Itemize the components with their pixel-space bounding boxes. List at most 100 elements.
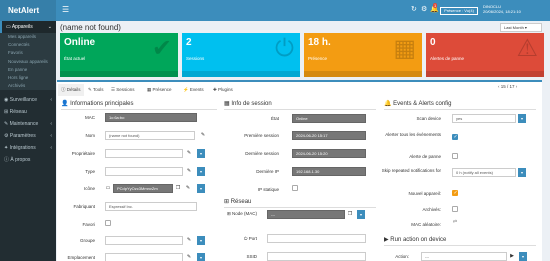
sidebar-item-integrations[interactable]: ✦ Intégrations ‹ (0, 142, 56, 154)
section-title: Events & Alerts config (393, 101, 452, 107)
details-panel: 👤 Informations principales MAC 1c:6a:bc:… (57, 96, 542, 261)
edit-pencil-icon[interactable]: ✎ (185, 253, 193, 261)
edit-pencil-icon[interactable]: ✎ (185, 149, 193, 158)
tab-sessions[interactable]: ☰ Sessions (108, 84, 138, 96)
host-info: DINOCLU 20/06/2024, 18:21:10 (483, 4, 521, 14)
static-ip-checkbox[interactable] (292, 185, 298, 191)
period-select[interactable]: Last Month ▾ (500, 23, 542, 32)
group-field[interactable] (105, 236, 183, 245)
sidebar-item-parametres[interactable]: ⚙ Paramètres ‹ (0, 130, 56, 142)
sidebar-item-apropos[interactable]: ⓘ À propos (0, 154, 56, 166)
location-dropdown-button[interactable]: ▾ (197, 253, 205, 261)
port-field[interactable] (267, 234, 366, 243)
sidebar-item-hors-ligne[interactable]: Hors ligne (0, 73, 56, 83)
sidebar-item-en-panne[interactable]: En panne (0, 65, 56, 74)
field-label: Archivés: (422, 207, 441, 212)
favorite-checkbox[interactable] (105, 220, 111, 226)
tile-label: Présence (308, 56, 328, 61)
next-device-icon[interactable]: › (515, 84, 518, 89)
sidebar-item-connectes[interactable]: Connectés (0, 41, 56, 50)
period-select-value: Last Month (504, 25, 524, 30)
sidebar-item-nouveaux[interactable]: Nouveaux appareils (0, 57, 56, 66)
user-icon: 👤 (61, 101, 71, 107)
owner-dropdown-button[interactable]: ▾ (197, 149, 205, 158)
field-label: Groupe (79, 238, 95, 243)
sidebar-item-archives[interactable]: Archivés (0, 82, 56, 91)
section-events-config: 🔔 Events & Alerts config (384, 100, 536, 110)
edit-pencil-icon[interactable]: ✎ (199, 131, 207, 140)
action-dropdown-button[interactable]: ▾ (519, 252, 527, 261)
tile-presence[interactable]: 18 h. Présence ▦ (304, 33, 422, 77)
sidebar-item-label: Surveillance (9, 97, 38, 104)
sidebar-item-mes-appareils[interactable]: Mes appareils (0, 33, 56, 42)
icon-field[interactable]: PCdpYyOzc3MmnvZm (113, 184, 173, 193)
sidebar-item-appareils[interactable]: ▭ Appareils ⌄ (0, 21, 56, 33)
mac-field[interactable]: 1c:6a:bc: (105, 113, 197, 122)
node-mac-select[interactable]: --- (267, 210, 345, 219)
tile-alerts[interactable]: 0 Alertes de panne ⚠ (426, 33, 544, 77)
tile-status[interactable]: Online État actuel ✔ (60, 33, 178, 77)
chevron-down-icon: ⌄ (47, 24, 52, 30)
calendar-icon: ▦ (393, 35, 416, 62)
section-title: Informations principales (70, 101, 134, 107)
skip-notifications-select[interactable]: 0 h (notify all events) (452, 168, 516, 177)
alert-down-checkbox[interactable] (452, 153, 458, 159)
sidebar-item-label: Maintenance (9, 121, 39, 128)
vendor-field[interactable]: Espressif Inc. (105, 202, 197, 211)
node-dropdown-button[interactable]: ▾ (357, 210, 365, 219)
tile-value: 2 (186, 37, 192, 48)
sidebar-item-surveillance[interactable]: ◉ Surveillance ‹ (0, 94, 56, 106)
name-field[interactable]: (name not found) (105, 131, 195, 140)
app-logo[interactable]: NetAlert (0, 0, 56, 21)
edit-pencil-icon[interactable]: ✎ (184, 184, 192, 193)
action-select[interactable]: --- (421, 252, 507, 261)
tab-events[interactable]: ⚡ Events (180, 84, 207, 96)
alert-all-events-checkbox[interactable] (452, 134, 458, 140)
device-pagination: ‹ 15 / 17 › (498, 82, 517, 92)
run-action-icon[interactable]: ▶ (508, 252, 516, 261)
edit-pencil-icon[interactable]: ✎ (185, 236, 193, 245)
new-device-checkbox[interactable] (452, 190, 458, 196)
network-icon: ⊞ (224, 199, 231, 205)
first-session-field: 2024-06-20 15:17 (292, 131, 366, 140)
copy-icon[interactable]: ❐ (346, 210, 354, 219)
field-label: Type (85, 169, 95, 174)
scan-dropdown-button[interactable]: ▾ (518, 114, 526, 123)
sidebar-item-favoris[interactable]: Favoris (0, 49, 56, 58)
tab-details[interactable]: ⓘ Détails (58, 84, 84, 96)
section-session-info: ▦ Info de session (224, 100, 376, 110)
section-main-info: 👤 Informations principales (61, 100, 217, 110)
field-label: SSID (246, 254, 257, 259)
chevron-left-icon: ‹ (50, 97, 52, 104)
copy-icon[interactable]: ❐ (174, 184, 182, 193)
edit-pencil-icon[interactable]: ✎ (185, 167, 193, 176)
tile-value: 18 h. (308, 37, 331, 48)
field-label: ⏻ Port (217, 236, 257, 241)
field-label: IP statique (257, 187, 279, 192)
group-dropdown-button[interactable]: ▾ (197, 236, 205, 245)
field-label: Dernière session (245, 151, 279, 156)
field-label-text: Port (248, 236, 257, 241)
sidebar-item-maintenance[interactable]: ✎ Maintenance ‹ (0, 118, 56, 130)
scan-device-select[interactable]: yes (452, 114, 516, 123)
ssid-field[interactable] (267, 252, 366, 261)
sidebar-item-reseau[interactable]: ⊞ Réseau (0, 106, 56, 118)
owner-field[interactable] (105, 149, 183, 158)
tile-value: Online (64, 37, 96, 48)
tile-sessions[interactable]: 2 Sessions ⏻ (182, 33, 300, 77)
tab-presence[interactable]: ▦ Présence (144, 84, 175, 96)
icon-dropdown-button[interactable]: ▾ (197, 184, 205, 193)
presence-button[interactable]: Présence : Vu(4) (440, 7, 478, 15)
location-field[interactable] (105, 253, 183, 261)
gear-icon[interactable]: ⚙ (421, 6, 427, 14)
field-label: Skip repeated notifications for (381, 168, 441, 173)
scrollbar[interactable] (543, 96, 550, 261)
tab-tools[interactable]: ✎ Tools (85, 84, 106, 96)
skip-dropdown-button[interactable]: ▾ (518, 168, 526, 177)
type-dropdown-button[interactable]: ▾ (197, 167, 205, 176)
archived-checkbox[interactable] (452, 206, 458, 212)
refresh-icon[interactable]: ↻ (411, 6, 417, 14)
type-field[interactable] (105, 167, 183, 176)
menu-toggle-icon[interactable]: ☰ (62, 6, 69, 14)
tab-plugins[interactable]: ✚ Plugins (210, 84, 236, 96)
